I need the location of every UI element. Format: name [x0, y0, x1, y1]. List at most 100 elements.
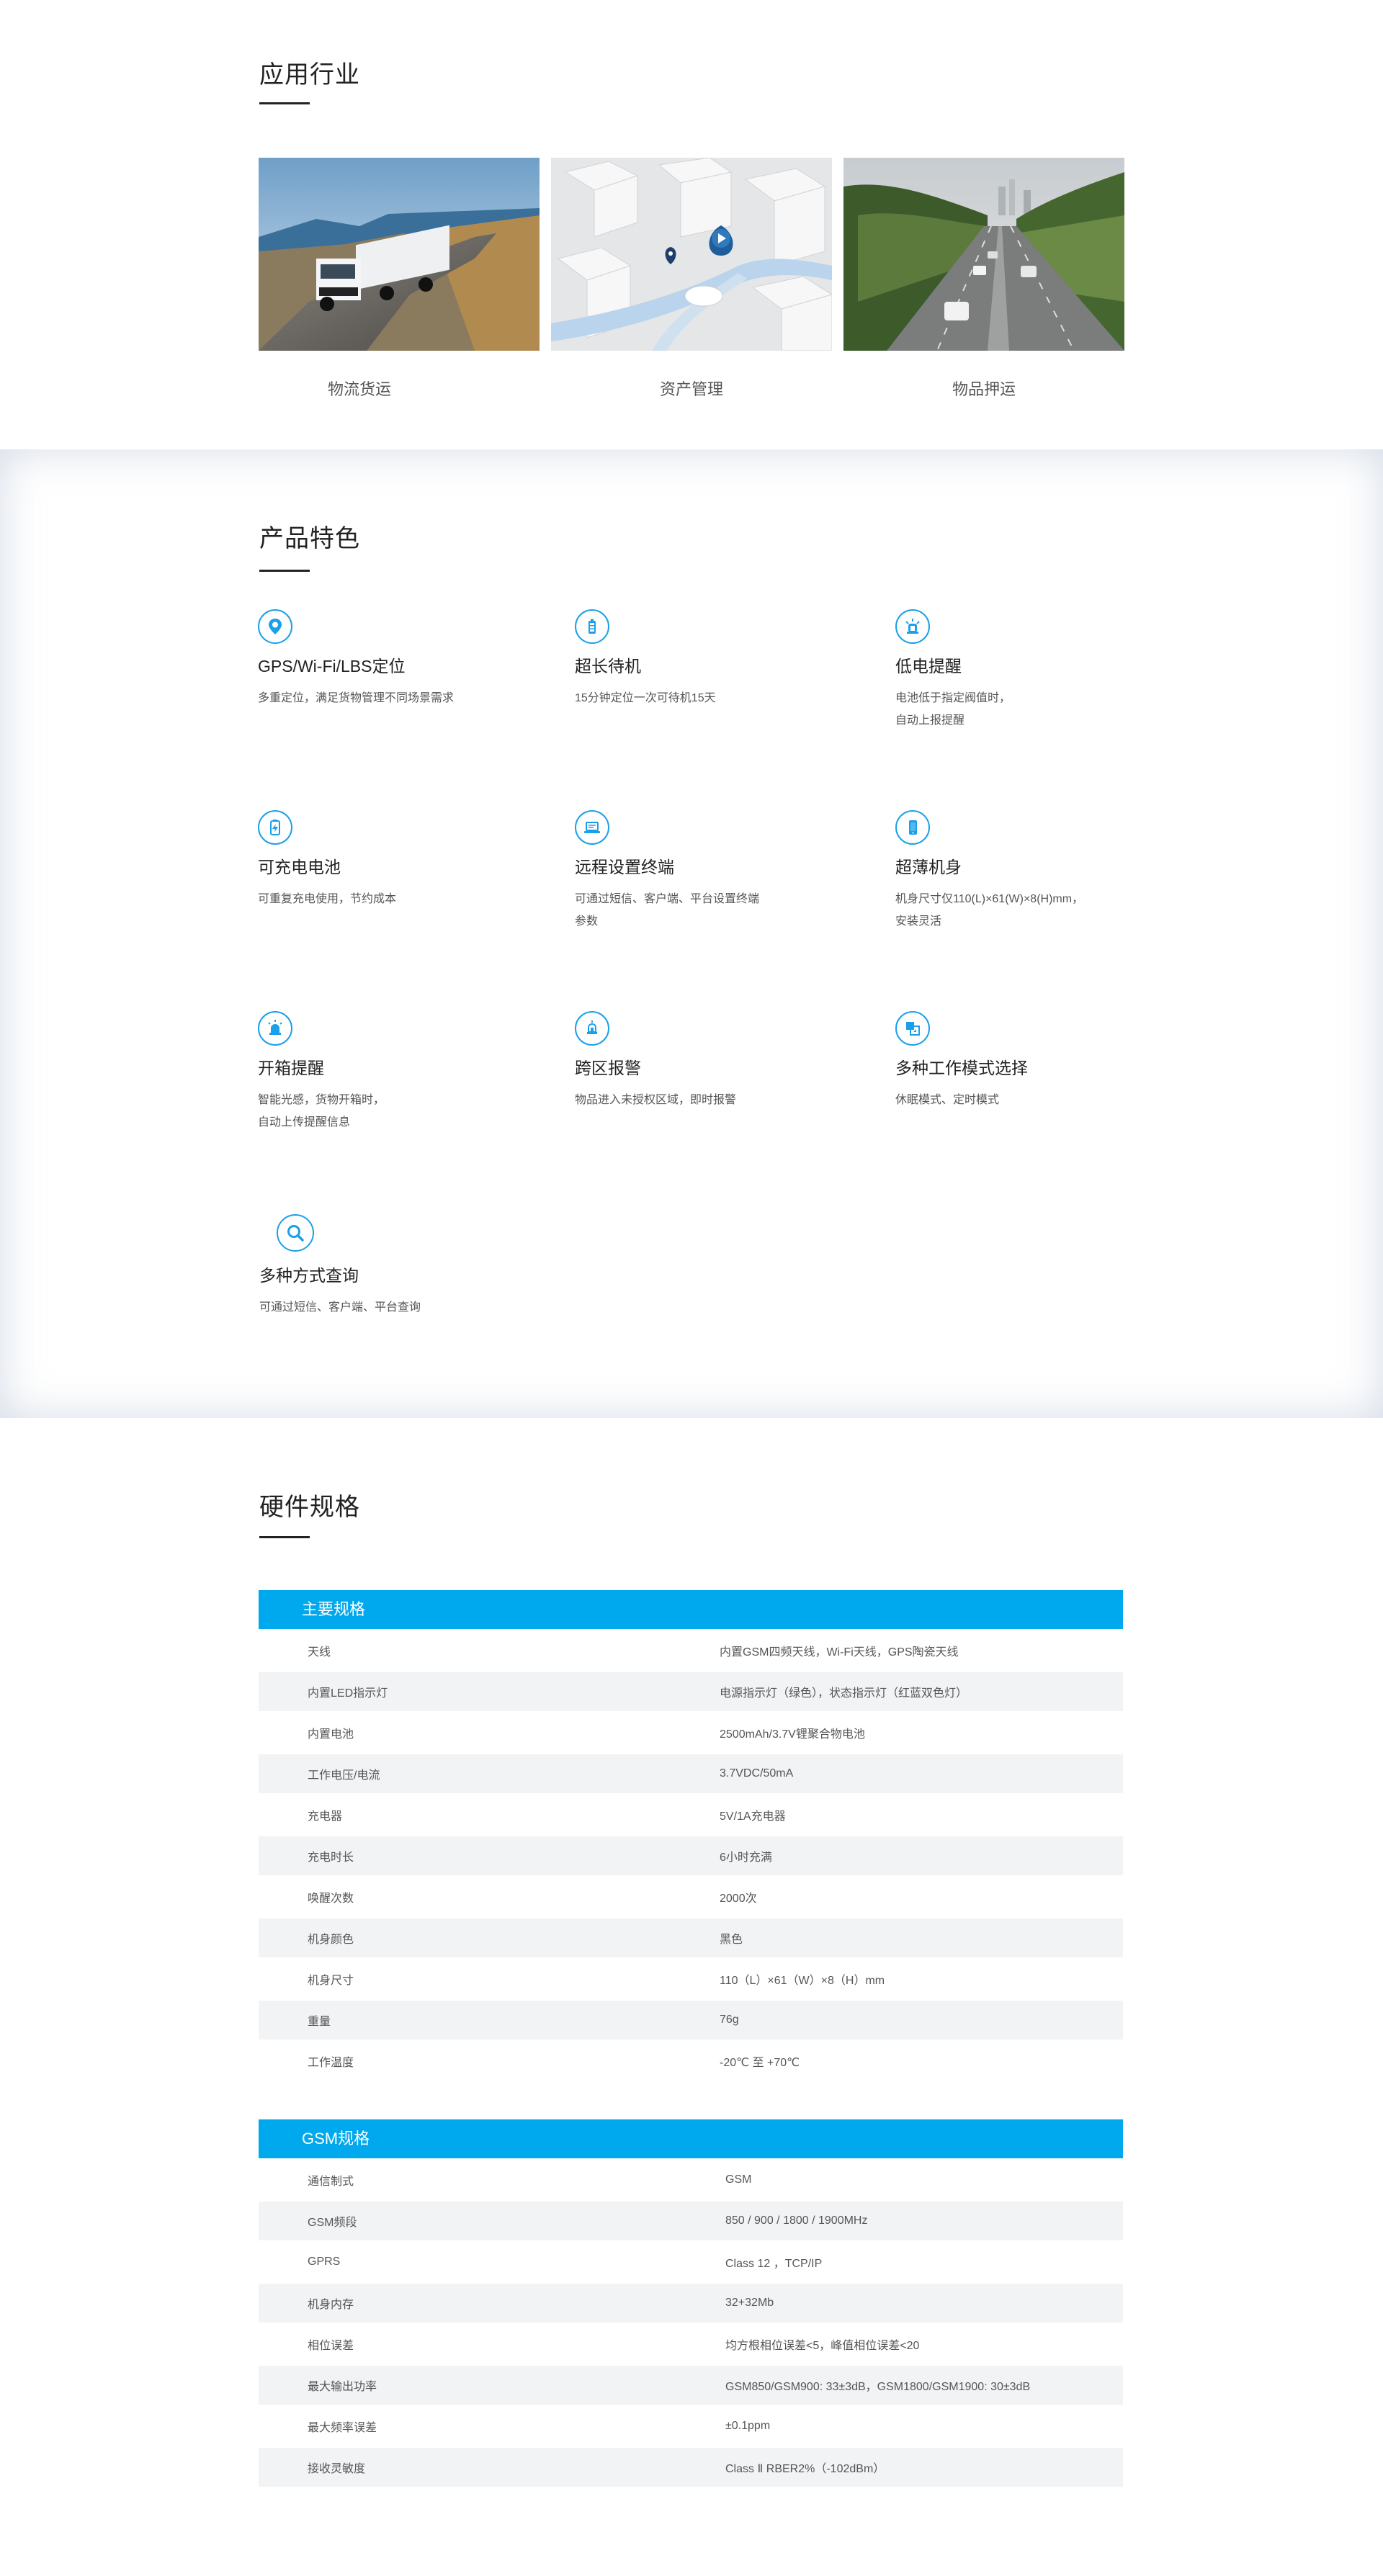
charge-icon [258, 810, 292, 845]
bell-icon [575, 1011, 609, 1046]
feature-name: GPS/Wi-Fi/LBS定位 [258, 657, 406, 676]
industry-section: 应用行业 物流货运 资产管理 物品押运 [0, 0, 1383, 449]
feature-name: 开箱提醒 [258, 1059, 324, 1077]
table-header: 主要规格 [259, 1590, 1123, 1629]
industry-grid: 物流货运 资产管理 物品押运 [259, 158, 1124, 400]
table-row: 机身尺寸 110（L）×61（W）×8（H）mm [259, 1957, 1123, 2001]
feature-desc: 机身尺寸仅110(L)×61(W)×8(H)mm， 安装灵活 [895, 893, 1084, 928]
feature-name: 多种方式查询 [259, 1266, 359, 1285]
location-pin-icon [258, 609, 292, 644]
feature-desc: 可通过短信、客户端、平台查询 [259, 1301, 421, 1314]
spec-key: 最大输出功率 [308, 2381, 377, 2393]
table-row: 重量 76g [259, 2001, 1123, 2039]
feature-name: 超长待机 [575, 657, 641, 676]
table-body: 天线 内置GSM四频天线，Wi-Fi天线，GPS陶瓷天线内置LED指示灯 电源指示灯… [259, 1629, 1123, 2083]
feature-desc: 可通过短信、客户端、平台设置终端 参数 [575, 893, 760, 928]
feature-item: GPS/Wi-Fi/LBS定位 多重定位，满足货物管理不同场景需求 [258, 609, 517, 709]
asset-map-image [551, 158, 832, 351]
spec-value: 3.7VDC/50mA [720, 1767, 794, 1780]
search-icon [277, 1214, 314, 1252]
spec-key: 机身尺寸 [308, 1975, 354, 1987]
spec-value: 内置GSM四频天线，Wi-Fi天线，GPS陶瓷天线 [720, 1646, 959, 1659]
spec-key: 重量 [308, 2016, 331, 2028]
table-row: 最大输出功率 GSM850/GSM900: 33±3dB，GSM1800/GSM1… [259, 2366, 1123, 2405]
spec-value: -20℃ 至 +70℃ [720, 2057, 800, 2069]
laptop-icon [575, 810, 609, 845]
spec-value: 850 / 900 / 1800 / 1900MHz [725, 2214, 868, 2227]
table-row: 最大频率误差 ±0.1ppm [259, 2405, 1123, 2448]
table-row: GSM频段 850 / 900 / 1800 / 1900MHz [259, 2202, 1123, 2240]
table-header: GSM规格 [259, 2119, 1123, 2158]
table-row: 工作电压/电流 3.7VDC/50mA [259, 1754, 1123, 1793]
phone-icon [895, 810, 930, 845]
feature-desc: 可重复充电使用，节约成本 [258, 893, 397, 905]
spec-key: GPRS [308, 2256, 341, 2268]
feature-item: 远程设置终端 可通过短信、客户端、平台设置终端 参数 [575, 810, 834, 933]
spec-key: 工作温度 [308, 2057, 354, 2069]
industry-label: 资产管理 [659, 380, 723, 398]
feature-name: 可充电电池 [258, 858, 341, 876]
feature-desc: 智能光感，货物开箱时， 自动上传提醒信息 [258, 1094, 385, 1128]
spec-value: GSM850/GSM900: 33±3dB，GSM1800/GSM1900: 3… [725, 2381, 1031, 2393]
title-underline [259, 1536, 310, 1538]
table-row: 内置电池 2500mAh/3.7V锂聚合物电池 [259, 1711, 1123, 1754]
spec-key: 工作电压/电流 [308, 1769, 380, 1782]
feature-item: 低电提醒 电池低于指定阀值时， 自动上报提醒 [895, 609, 1155, 732]
feature-desc: 物品进入未授权区域，即时报警 [575, 1094, 737, 1106]
spec-key: 内置电池 [308, 1728, 354, 1741]
spec-value: 6小时充满 [720, 1852, 772, 1864]
spec-value: 2000次 [720, 1893, 757, 1905]
alarm-icon [895, 609, 930, 644]
feature-item: 开箱提醒 智能光感，货物开箱时， 自动上传提醒信息 [258, 1011, 517, 1134]
battery-icon [575, 609, 609, 644]
spec-value: 电源指示灯（绿色），状态指示灯（红蓝双色灯） [720, 1687, 968, 1700]
spec-value: 32+32Mb [725, 2297, 774, 2309]
siren-icon [258, 1011, 292, 1046]
industry-card-logistics[interactable]: 物流货运 [259, 158, 540, 400]
table-row: 唤醒次数 2000次 [259, 1875, 1123, 1918]
feature-name: 超薄机身 [895, 858, 962, 876]
table-row: 机身颜色 黑色 [259, 1918, 1123, 1957]
specs-section: 硬件规格 主要规格 天线 内置GSM四频天线，Wi-Fi天线，GPS陶瓷天线内置L… [0, 1418, 1383, 2576]
spec-value: 110（L）×61（W）×8（H）mm [720, 1975, 885, 1987]
spec-value: 5V/1A充电器 [720, 1810, 786, 1823]
spec-value: GSM [725, 2173, 752, 2186]
spec-value: Class Ⅱ RBER2%（-102dBm） [725, 2463, 885, 2475]
table-body: 通信制式 GSM GSM频段 850 / 900 / 1800 / 1900MHz GP… [259, 2158, 1123, 2487]
industry-card-asset[interactable]: 资产管理 [551, 158, 832, 400]
spec-key: 通信制式 [308, 2176, 354, 2188]
feature-item: 多种工作模式选择 休眠模式、定时模式 [895, 1011, 1155, 1111]
spec-key: 充电器 [308, 1810, 343, 1823]
table-row: 接收灵敏度 Class Ⅱ RBER2%（-102dBm） [259, 2448, 1123, 2487]
escort-highway-image [843, 158, 1124, 351]
table-row: 天线 内置GSM四频天线，Wi-Fi天线，GPS陶瓷天线 [259, 1629, 1123, 1672]
feature-item: 超薄机身 机身尺寸仅110(L)×61(W)×8(H)mm， 安装灵活 [895, 810, 1155, 933]
table-row: 充电时长 6小时充满 [259, 1836, 1123, 1875]
spec-key: 相位误差 [308, 2340, 354, 2352]
spec-key: 唤醒次数 [308, 1893, 354, 1905]
spec-key: 最大频率误差 [308, 2422, 377, 2434]
spec-value: 76g [720, 2014, 739, 2026]
spec-value: ±0.1ppm [725, 2420, 771, 2432]
main-spec-table: 主要规格 天线 内置GSM四频天线，Wi-Fi天线，GPS陶瓷天线内置LED指示灯… [259, 1590, 1123, 2083]
spec-key: 接收灵敏度 [308, 2463, 366, 2475]
specs-title: 硬件规格 [259, 1494, 360, 1521]
spec-key: 内置LED指示灯 [308, 1687, 388, 1700]
spec-key: 机身颜色 [308, 1934, 354, 1946]
feature-desc: 电池低于指定阀值时， 自动上报提醒 [895, 692, 1011, 727]
spec-key: 机身内存 [308, 2299, 354, 2311]
feature-item: 多种方式查询 可通过短信、客户端、平台查询 [259, 1262, 519, 1319]
table-row: 机身内存 32+32Mb [259, 2284, 1123, 2323]
feature-desc: 多重定位，满足货物管理不同场景需求 [258, 692, 455, 704]
feature-desc: 15分钟定位一次可待机15天 [575, 692, 716, 704]
industry-label: 物品押运 [952, 380, 1016, 398]
feature-item: 超长待机 15分钟定位一次可待机15天 [575, 609, 834, 709]
title-underline [259, 570, 310, 572]
table-row: 工作温度 -20℃ 至 +70℃ [259, 2039, 1123, 2083]
spec-value: 2500mAh/3.7V锂聚合物电池 [720, 1728, 865, 1741]
feature-item: 跨区报警 物品进入未授权区域，即时报警 [575, 1011, 834, 1111]
industry-card-escort[interactable]: 物品押运 [843, 158, 1124, 400]
table-row: 通信制式 GSM [259, 2158, 1123, 2202]
logistics-truck-image [259, 158, 540, 351]
feature-name: 远程设置终端 [575, 858, 674, 876]
